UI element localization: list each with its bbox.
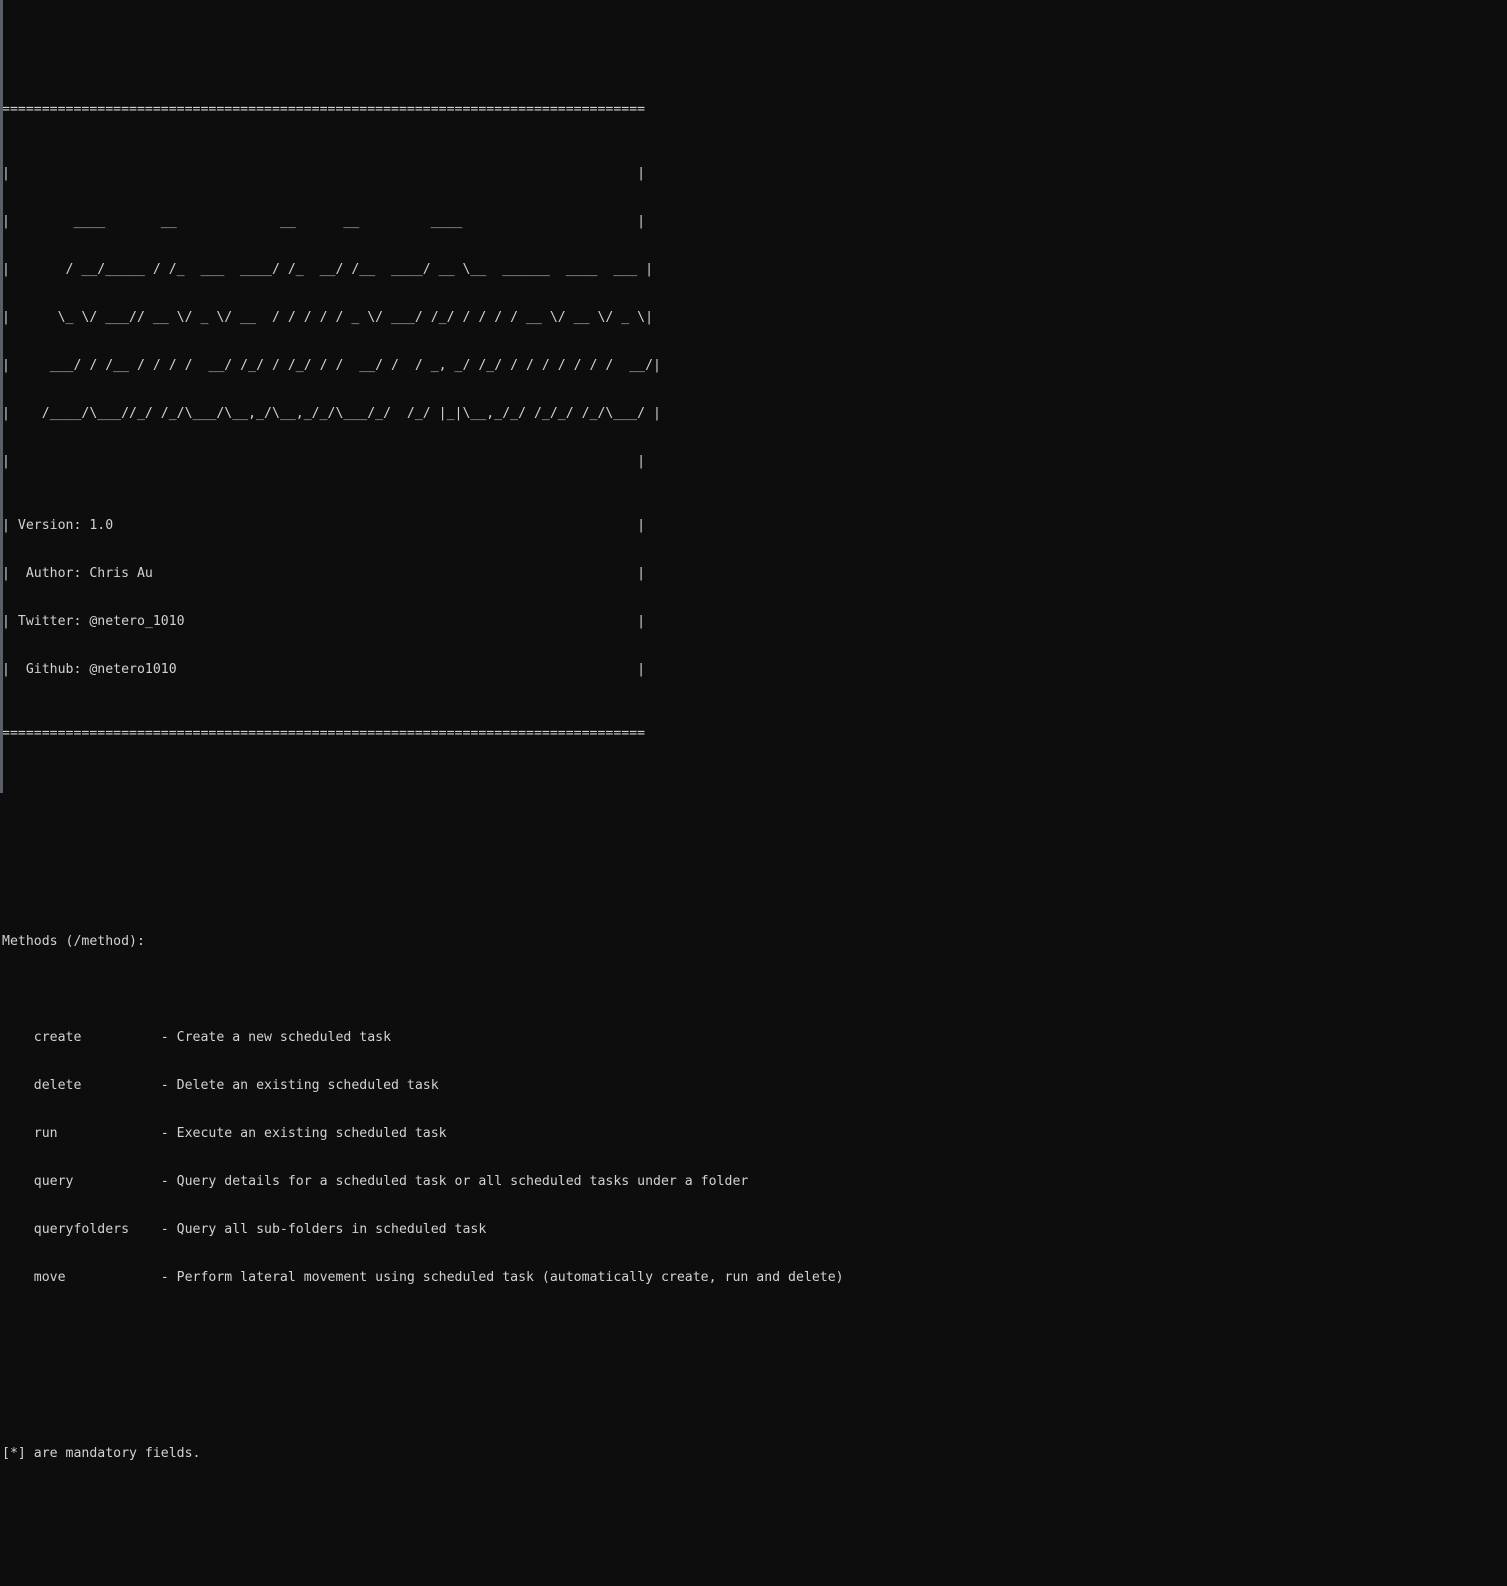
- mandatory-fields-note: [*] are mandatory fields.: [2, 1446, 201, 1461]
- banner-art-line: | ____ __ __ __ ____ |: [2, 214, 646, 229]
- method-row: run - Execute an existing scheduled task: [2, 1126, 447, 1141]
- terminal-left-gutter: [0, 0, 3, 793]
- banner-github-line: | Github: @netero1010 |: [2, 662, 646, 677]
- banner-version-line: | Version: 1.0 |: [2, 518, 646, 533]
- banner-art-line: | ___/ / /__ / / / / __/ /_/ / /_/ / / _…: [2, 358, 661, 373]
- method-row: move - Perform lateral movement using sc…: [2, 1270, 844, 1285]
- section-methods: Methods (/method): create - Create a new…: [0, 902, 1507, 1318]
- banner-art-line: | |: [2, 454, 646, 469]
- banner-art-line: | |: [2, 166, 646, 181]
- banner-art-line: | / __/_____ / /_ ___ ____/ /_ __/ /__ _…: [2, 262, 654, 277]
- method-row: query - Query details for a scheduled ta…: [2, 1174, 749, 1189]
- banner-art-line: | \_ \/ ___// __ \/ _ \/ __ / / / / / _ …: [2, 310, 654, 325]
- banner-bottom-rule: ========================================…: [2, 726, 646, 741]
- method-row: create - Create a new scheduled task: [2, 1030, 392, 1045]
- banner-art-line: | /____/\___//_/ /_/\___/\__,_/\__,_/_/\…: [2, 406, 661, 421]
- section-heading: Methods (/method):: [2, 934, 145, 949]
- banner-author-line: | Author: Chris Au |: [2, 566, 646, 581]
- banner-box: ========================================…: [0, 70, 1507, 774]
- terminal-output-pane[interactable]: ========================================…: [0, 0, 1507, 1461]
- banner-top-rule: ========================================…: [2, 102, 646, 117]
- method-row: queryfolders - Query all sub-folders in …: [2, 1222, 487, 1237]
- method-row: delete - Delete an existing scheduled ta…: [2, 1078, 439, 1093]
- banner-twitter-line: | Twitter: @netero_1010 |: [2, 614, 646, 629]
